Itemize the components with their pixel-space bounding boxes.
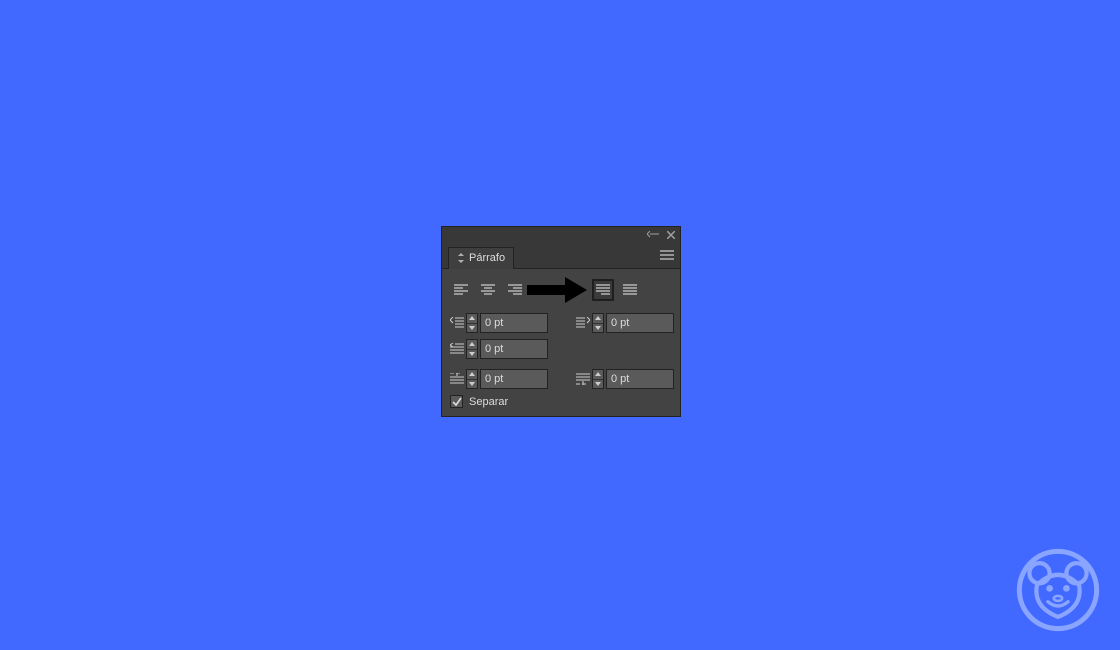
close-icon[interactable] — [667, 226, 675, 244]
align-center-button[interactable] — [477, 279, 499, 301]
space-after-icon — [576, 372, 590, 386]
indent-left-field: 0 pt — [450, 313, 548, 333]
hyphenate-label: Separar — [469, 396, 508, 408]
spacing-row: 0 pt 0 pt — [450, 369, 672, 389]
tab-paragraph[interactable]: Párrafo — [448, 247, 514, 269]
collapse-icon[interactable] — [647, 226, 659, 244]
monkey-logo — [1016, 548, 1100, 632]
justify-last-right-button[interactable] — [592, 279, 614, 301]
panel-titlebar — [442, 227, 680, 243]
space-after-field: 0 pt — [576, 369, 674, 389]
space-after-stepper[interactable] — [592, 369, 604, 389]
callout-arrow — [527, 277, 587, 303]
space-before-input[interactable]: 0 pt — [480, 369, 548, 389]
alignment-row — [450, 277, 672, 303]
indent-firstline-stepper[interactable] — [466, 339, 478, 359]
space-before-stepper[interactable] — [466, 369, 478, 389]
indent-right-field: 0 pt — [576, 313, 674, 333]
hyphenate-checkbox[interactable] — [450, 395, 463, 408]
expand-collapse-icon — [457, 253, 465, 263]
panel-menu-icon[interactable] — [660, 247, 674, 265]
justify-all-button[interactable] — [619, 279, 641, 301]
indent-right-input[interactable]: 0 pt — [606, 313, 674, 333]
indent-right-stepper[interactable] — [592, 313, 604, 333]
space-before-icon — [450, 372, 464, 386]
tab-header: Párrafo — [442, 243, 680, 269]
hyphenate-row: Separar — [450, 395, 672, 408]
indent-firstline-icon — [450, 342, 464, 356]
paragraph-panel: Párrafo — [441, 226, 681, 417]
indent-left-input[interactable]: 0 pt — [480, 313, 548, 333]
space-before-field: 0 pt — [450, 369, 548, 389]
indent-left-stepper[interactable] — [466, 313, 478, 333]
indent-firstline-input[interactable]: 0 pt — [480, 339, 548, 359]
indent-left-icon — [450, 316, 464, 330]
indent-row-1: 0 pt 0 pt — [450, 313, 672, 333]
indent-row-2: 0 pt — [450, 339, 672, 359]
indent-firstline-field: 0 pt — [450, 339, 548, 359]
space-after-input[interactable]: 0 pt — [606, 369, 674, 389]
align-right-button[interactable] — [504, 279, 526, 301]
align-left-button[interactable] — [450, 279, 472, 301]
panel-content: 0 pt 0 pt — [442, 269, 680, 416]
indent-right-icon — [576, 316, 590, 330]
tab-label: Párrafo — [469, 252, 505, 264]
